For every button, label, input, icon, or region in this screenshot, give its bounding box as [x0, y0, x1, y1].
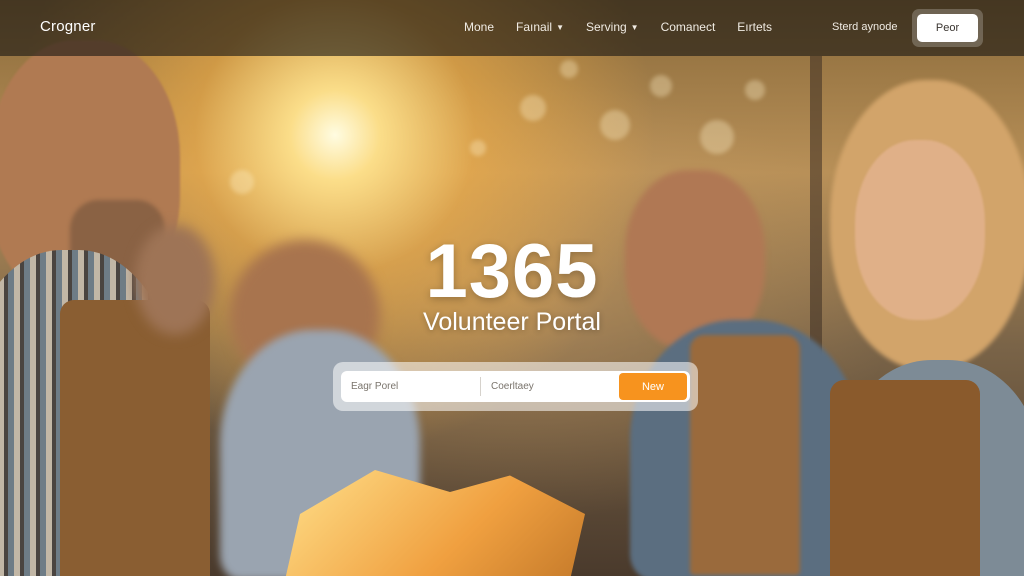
nav-item-serving[interactable]: Serving ▼: [586, 20, 639, 34]
nav-item-label: Eırtets: [737, 20, 772, 34]
search-field-primary[interactable]: [351, 371, 477, 402]
nav-item-eirtets[interactable]: Eırtets: [737, 20, 772, 34]
header-button-frame: Peor: [912, 9, 983, 47]
hero-headline: 1365: [425, 229, 599, 314]
nav-item-label: Mone: [464, 20, 495, 34]
search-field-divider: [480, 377, 481, 396]
bokeh-light: [745, 80, 765, 100]
nav-item-comanect[interactable]: Comanect: [661, 20, 716, 34]
signin-link[interactable]: Sterd aynode: [832, 21, 897, 33]
bokeh-light: [230, 170, 254, 194]
bokeh-light: [560, 60, 578, 78]
bokeh-light: [520, 95, 546, 121]
top-navigation-bar: Crogner Mone Faınail ▼ Serving ▼ Comanec…: [0, 0, 1024, 56]
hero-subline: Volunteer Portal: [423, 308, 601, 336]
nav-item-label: Faınail: [516, 20, 553, 34]
bokeh-light: [470, 140, 486, 156]
search-submit-button[interactable]: New: [619, 373, 687, 400]
nav-item-label: Comanect: [660, 20, 716, 34]
chevron-down-icon: ▼: [556, 22, 564, 32]
main-navigation: Mone Faınail ▼ Serving ▼ Comanect Eırtet…: [464, 20, 794, 34]
bokeh-light: [650, 75, 672, 97]
nav-item-label: Serving: [585, 20, 627, 34]
man-apron: [60, 300, 210, 576]
brand-logo[interactable]: Crogner: [40, 18, 96, 35]
search-field-category[interactable]: [491, 371, 617, 402]
young-man-apron: [690, 335, 800, 575]
search-bar: New: [341, 371, 690, 402]
bokeh-light: [600, 110, 630, 140]
header-button[interactable]: Peor: [917, 14, 978, 42]
bokeh-light: [700, 120, 734, 154]
nav-item-mone[interactable]: Mone: [464, 20, 494, 34]
chevron-down-icon: ▼: [630, 22, 639, 32]
nav-item-fainail[interactable]: Faınail ▼: [516, 20, 564, 34]
search-bar-frame: New: [333, 362, 698, 411]
woman-apron: [830, 380, 980, 576]
